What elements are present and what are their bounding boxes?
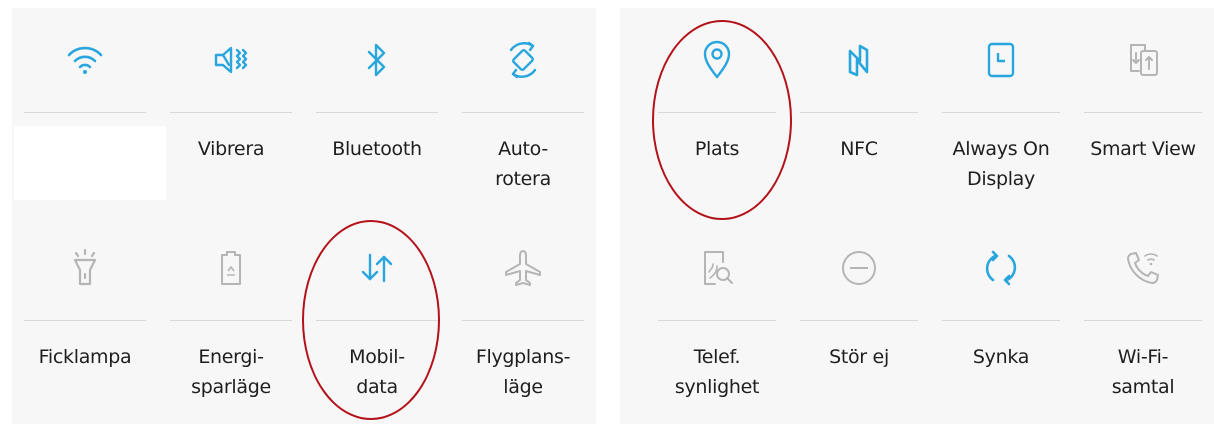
tile-label: Flygplans- läge <box>475 346 571 398</box>
tile-smart-view[interactable]: Smart View <box>1072 8 1214 216</box>
tile-wifi-calling[interactable]: Wi-Fi- samtal <box>1072 216 1214 424</box>
tile-label: Stör ej <box>829 346 889 368</box>
location-icon <box>646 8 788 112</box>
tile-power-saving[interactable]: Energi- sparläge <box>158 216 304 424</box>
tile-nfc[interactable]: NFC <box>788 8 930 216</box>
tile-airplane-mode[interactable]: Flygplans- läge <box>450 216 596 424</box>
tile-label: Mobil- data <box>349 346 405 398</box>
tile-label: NFC <box>840 138 878 160</box>
tile-label: Wi-Fi- samtal <box>1111 346 1175 398</box>
tile-label: Smart View <box>1090 138 1196 160</box>
tile-bluetooth[interactable]: Bluetooth <box>304 8 450 216</box>
tile-phone-visibility[interactable]: Telef. synlighet <box>646 216 788 424</box>
nfc-icon <box>788 8 930 112</box>
airplane-icon <box>450 216 596 320</box>
auto-rotate-icon <box>450 8 596 112</box>
wifi-icon <box>12 8 158 112</box>
do-not-disturb-icon <box>788 216 930 320</box>
tile-do-not-disturb[interactable]: Stör ej <box>788 216 930 424</box>
always-on-display-icon <box>930 8 1072 112</box>
wifi-calling-icon <box>1072 216 1214 320</box>
sync-icon <box>930 216 1072 320</box>
flashlight-icon <box>12 216 158 320</box>
quick-settings-panel-right: Plats NFC Always On Display Smart View T… <box>620 8 1214 424</box>
tile-wifi[interactable] <box>12 8 166 216</box>
mobile-data-icon <box>304 216 450 320</box>
tile-label: Energi- sparläge <box>191 346 271 398</box>
tile-label: Synka <box>972 346 1030 368</box>
power-saving-icon <box>158 216 304 320</box>
tile-label: Always On Display <box>952 138 1050 190</box>
tile-location[interactable]: Plats <box>646 8 788 216</box>
tile-always-on-display[interactable]: Always On Display <box>930 8 1072 216</box>
bluetooth-icon <box>304 8 450 112</box>
tile-flashlight[interactable]: Ficklampa <box>12 216 158 424</box>
tile-sync[interactable]: Synka <box>930 216 1072 424</box>
tile-vibrate[interactable]: Vibrera <box>158 8 304 216</box>
smart-view-icon <box>1072 8 1214 112</box>
tile-auto-rotate[interactable]: Auto- rotera <box>450 8 596 216</box>
vibrate-icon <box>158 8 304 112</box>
tile-label: Ficklampa <box>38 346 132 368</box>
phone-visibility-icon <box>646 216 788 320</box>
tile-label: Bluetooth <box>332 138 422 160</box>
blank-label-box <box>14 126 166 200</box>
tile-label: Auto- rotera <box>495 138 551 190</box>
tile-label: Telef. synlighet <box>674 346 760 398</box>
quick-settings-panel-left: Vibrera Bluetooth Auto- rotera Ficklampa… <box>12 8 596 424</box>
tile-label: Plats <box>694 138 740 160</box>
tile-mobile-data[interactable]: Mobil- data <box>304 216 450 424</box>
tile-label: Vibrera <box>197 138 265 160</box>
